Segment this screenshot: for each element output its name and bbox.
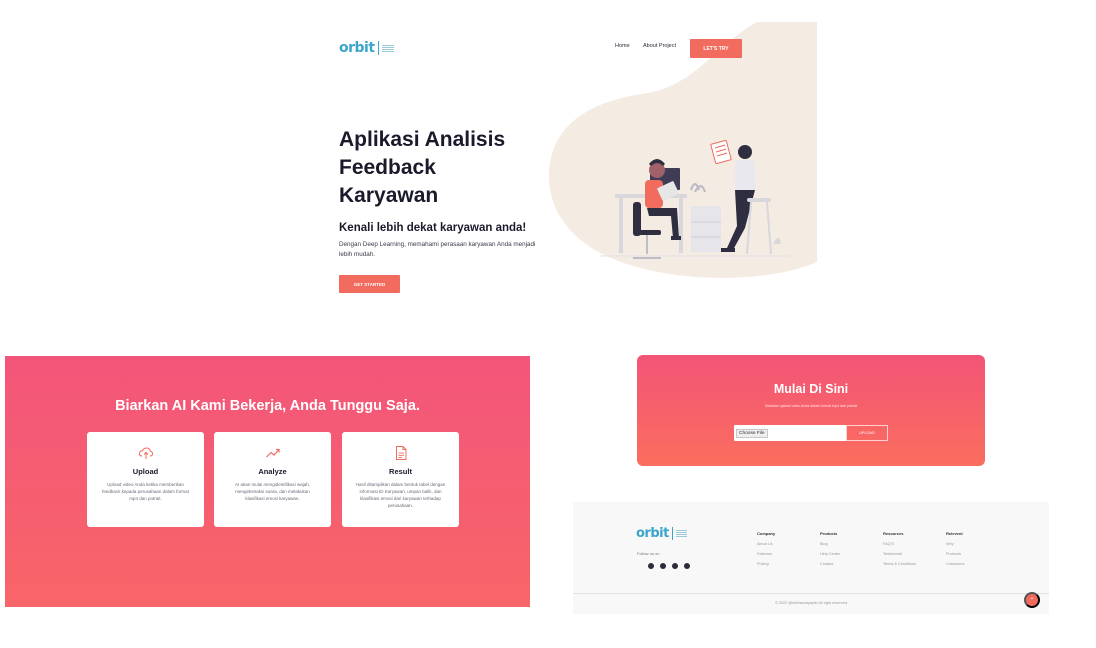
copyright-text: © 2022 @defrisandyawib All right reserve…: [775, 601, 847, 605]
footer-column-heading: Products: [820, 531, 838, 536]
upload-description: Silahkan upload video Anda dalam format …: [764, 404, 858, 408]
nav-about-project-link[interactable]: About Project: [643, 43, 676, 49]
upload-section: Mulai Di Sini Silahkan upload video Anda…: [637, 355, 985, 466]
cloud-upload-icon: [138, 447, 153, 459]
footer-link[interactable]: Why: [946, 542, 954, 546]
nav-home-link[interactable]: Home: [615, 43, 630, 49]
footer-column-heading: Resources: [883, 531, 904, 536]
instagram-icon[interactable]: [660, 563, 666, 569]
hero-subtitle: Kenali lebih dekat karyawan anda!: [339, 222, 527, 234]
feature-card-result: Result Hasil ditampilkan dalam bentuk ta…: [342, 432, 459, 527]
footer-link[interactable]: About Us: [757, 542, 773, 546]
scroll-to-top-button[interactable]: ⌃: [1024, 592, 1040, 608]
youtube-icon[interactable]: [672, 563, 678, 569]
feature-card-upload: Upload Upload video Anda ketika memberik…: [87, 432, 204, 527]
upload-button[interactable]: UPLOAD: [846, 425, 888, 441]
footer-link[interactable]: Testimonial: [883, 552, 902, 556]
footer-link[interactable]: Customers: [946, 562, 964, 566]
footer-link[interactable]: FAQ'S: [883, 542, 894, 546]
logo-tagline-mark: [381, 44, 394, 52]
footer-link[interactable]: Pricing: [757, 562, 769, 566]
trend-line-icon: [265, 448, 280, 458]
hero-section: orbit Home About Project LET'S TRY Aplik…: [327, 22, 817, 312]
footer-link[interactable]: Contact: [820, 562, 833, 566]
footer-link[interactable]: Help Center: [820, 552, 840, 556]
logo-wordmark: orbit: [339, 40, 375, 56]
logo-divider: [671, 527, 673, 540]
footer-link[interactable]: Blog: [820, 542, 828, 546]
feature-title: Upload: [132, 467, 159, 476]
footer: orbit Follow us on Company About Us Feat…: [573, 502, 1049, 614]
logo[interactable]: orbit: [339, 40, 394, 56]
feature-card-analyze: Analyze AI akan mulai mengidentifikasi w…: [214, 432, 331, 527]
lets-try-button[interactable]: LET'S TRY: [690, 39, 742, 58]
footer-logo[interactable]: orbit: [636, 526, 687, 541]
follow-us-label: Follow us on: [637, 551, 660, 556]
feature-text: Upload video Anda ketika memberikan feed…: [102, 482, 189, 501]
choose-file-button[interactable]: Choose File: [736, 428, 768, 438]
footer-link[interactable]: Features: [757, 552, 772, 556]
footer-divider: [573, 593, 1049, 594]
footer-column-heading: Company: [757, 531, 776, 536]
file-input[interactable]: Choose File: [734, 425, 847, 441]
github-icon[interactable]: [648, 563, 654, 569]
get-started-button[interactable]: GET STARTED: [339, 275, 400, 293]
features-title: Biarkan AI Kami Bekerja, Anda Tunggu Saj…: [115, 398, 420, 414]
feature-title: Result: [389, 467, 412, 476]
logo-tagline-mark: [675, 530, 687, 537]
hero-description: Dengan Deep Learning, memahami perasaan …: [339, 241, 536, 258]
features-section: Biarkan AI Kami Bekerja, Anda Tunggu Saj…: [5, 356, 530, 607]
footer-link[interactable]: Terms & Conditions: [883, 562, 916, 566]
logo-wordmark: orbit: [636, 526, 669, 541]
office-illustration: [600, 139, 790, 259]
document-icon: [395, 446, 406, 460]
facebook-icon[interactable]: [684, 563, 690, 569]
feature-text: Hasil ditampilkan dalam bentuk tabel den…: [355, 482, 446, 508]
hero-title: Aplikasi Analisis Feedback Karyawan: [339, 128, 506, 207]
logo-divider: [377, 41, 379, 55]
upload-title: Mulai Di Sini: [773, 382, 849, 396]
footer-column-heading: Relevent: [946, 531, 963, 536]
feature-title: Analyze: [258, 467, 287, 476]
feature-text: AI akan mulai mengidentifikasi wajah, me…: [234, 482, 311, 501]
footer-link[interactable]: Products: [946, 552, 961, 556]
chevron-up-icon: ⌃: [1029, 597, 1035, 604]
